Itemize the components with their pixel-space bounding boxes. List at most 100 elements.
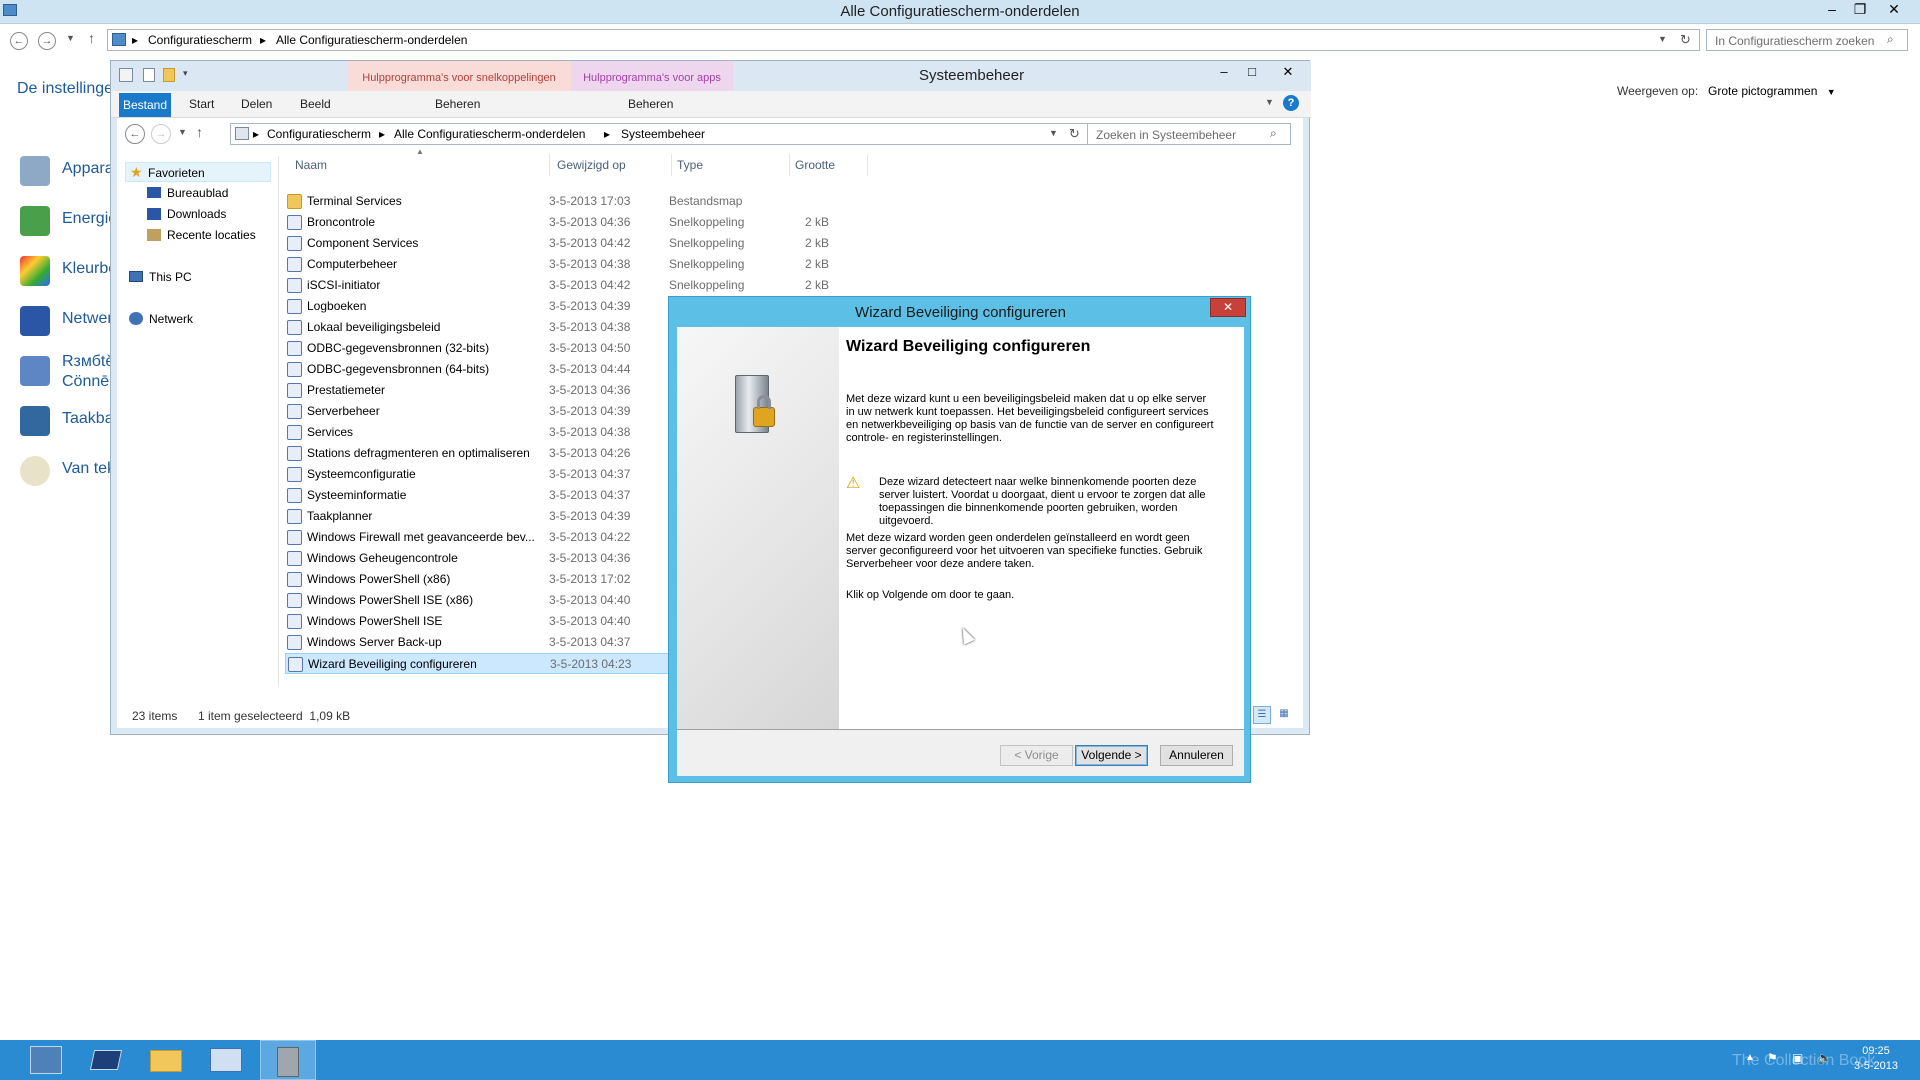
main-window-title: Alle Configuratiescherm-onderdelen — [840, 3, 1080, 20]
customize-icon[interactable]: ▾ — [183, 68, 188, 79]
new-file-icon[interactable] — [143, 68, 155, 82]
tab-view[interactable]: Beeld — [300, 97, 331, 111]
file-size: 2 kB — [804, 236, 829, 250]
nav-item-this-pc[interactable]: This PC — [125, 267, 271, 287]
properties-icon[interactable] — [119, 68, 133, 82]
taskbar-admin-tools[interactable] — [260, 1040, 316, 1080]
restore-button[interactable]: ❐ — [1846, 0, 1874, 20]
large-icons-view-button[interactable]: ▦ — [1275, 706, 1293, 724]
clock[interactable]: 09:25 3-5-2013 — [1842, 1044, 1910, 1074]
padlock-shackle-icon — [757, 395, 771, 409]
powershell-icon — [89, 1050, 123, 1070]
tab-manage-app[interactable]: Beheren — [628, 97, 673, 111]
breadcrumb-separator-icon: ▸ — [132, 33, 139, 47]
explorer-search-input[interactable]: Zoeken in Systeembeheer ⌕ — [1087, 123, 1291, 145]
column-header-size[interactable]: Grootte — [795, 158, 835, 172]
minimize-button[interactable]: – — [1818, 0, 1846, 20]
cp-item-network[interactable]: Netwer — [62, 310, 113, 328]
cp-item-speech[interactable]: Van tek — [62, 460, 115, 478]
file-date: 3-5-2013 17:02 — [549, 572, 631, 586]
explorer-forward-button[interactable]: → — [151, 124, 171, 144]
file-name: Windows Geheugencontrole — [307, 551, 458, 565]
main-search-input[interactable]: In Configuratiescherm zoeken ⌕ — [1706, 29, 1908, 51]
column-header-date[interactable]: Gewijzigd op — [557, 158, 626, 172]
forward-button[interactable]: → — [38, 32, 56, 50]
close-button[interactable]: ✕ — [1880, 0, 1908, 20]
nav-item-network[interactable]: Netwerk — [125, 309, 271, 329]
tab-home[interactable]: Start — [189, 97, 214, 111]
cp-item-taskbar[interactable]: Taakba — [62, 410, 114, 428]
dialog-close-button[interactable]: ✕ — [1210, 298, 1246, 317]
file-row[interactable]: Component Services 3-5-2013 04:42 Snelkopp… — [285, 233, 829, 254]
view-by-dropdown[interactable]: Grote pictogrammen ▼ — [1708, 84, 1836, 98]
cancel-button[interactable]: Annuleren — [1160, 745, 1233, 766]
shortcut-icon — [287, 614, 302, 629]
explorer-close-button[interactable]: ✕ — [1269, 63, 1307, 81]
file-row[interactable]: Computerbeheer 3-5-2013 04:38 Snelkoppelin… — [285, 254, 829, 275]
star-icon: ★ — [130, 164, 143, 180]
nav-item-favorites[interactable]: ★ Favorieten — [125, 162, 271, 182]
flag-icon[interactable]: ⚑ — [1767, 1051, 1778, 1065]
refresh-icon[interactable]: ↻ — [1680, 32, 1691, 48]
explorer-back-button[interactable]: ← — [125, 124, 145, 144]
volume-icon[interactable]: 🔈 — [1817, 1051, 1832, 1065]
tab-manage-shortcut[interactable]: Beheren — [435, 97, 480, 111]
taskbar-file-explorer[interactable] — [138, 1040, 194, 1080]
explorer-up-button[interactable]: ↑ — [196, 124, 203, 140]
up-button[interactable]: ↑ — [88, 30, 95, 46]
details-view-button[interactable]: ☰ — [1253, 706, 1271, 724]
breadcrumb-all-items[interactable]: Alle Configuratiescherm-onderdelen — [276, 33, 467, 47]
file-row[interactable]: Broncontrole 3-5-2013 04:36 Snelkoppeling 2… — [285, 212, 829, 233]
nav-item-downloads[interactable]: Downloads — [145, 204, 271, 224]
tab-file[interactable]: Bestand — [119, 93, 171, 117]
chevron-down-icon[interactable]: ▼ — [1049, 128, 1058, 138]
computer-icon — [129, 271, 143, 282]
new-folder-icon[interactable] — [163, 68, 175, 82]
nav-item-recent[interactable]: Recente locaties — [145, 225, 271, 245]
cp-item-color[interactable]: Kleurbe — [62, 260, 117, 278]
file-row[interactable]: iSCSI-initiator 3-5-2013 04:42 Snelkoppeli… — [285, 275, 829, 296]
file-date: 3-5-2013 04:50 — [549, 341, 631, 355]
taskbar-powershell[interactable] — [78, 1040, 134, 1080]
column-header-type[interactable]: Type — [677, 158, 703, 172]
breadcrumb-separator-icon: ▸ — [604, 127, 611, 141]
quick-access-toolbar[interactable]: ▾ — [119, 68, 199, 84]
shortcut-icon — [287, 278, 302, 293]
explorer-maximize-button[interactable]: □ — [1239, 63, 1265, 81]
cp-item-power[interactable]: Energie — [62, 210, 117, 228]
ribbon-expand-icon[interactable]: ▼ — [1265, 97, 1274, 107]
explorer-breadcrumb-control-panel[interactable]: Configuratiescherm — [267, 127, 371, 141]
network-tray-icon[interactable]: ▣ — [1792, 1051, 1803, 1065]
main-address-bar[interactable]: ▸ Configuratiescherm ▸ Alle Configuratie… — [107, 29, 1700, 51]
clock-time: 09:25 — [1862, 1045, 1890, 1057]
taskbar-server-manager[interactable] — [18, 1040, 74, 1080]
shortcut-icon — [287, 530, 302, 545]
explorer-breadcrumb-admin-tools[interactable]: Systeembeheer — [621, 127, 705, 141]
explorer-minimize-button[interactable]: – — [1211, 63, 1237, 81]
explorer-breadcrumb-all-items[interactable]: Alle Configuratiescherm-onderdelen — [394, 127, 585, 141]
file-name: ODBC-gegevensbronnen (64-bits) — [307, 362, 490, 376]
cp-item-remote[interactable]: Rзмбtě Cönnē — [62, 352, 114, 392]
refresh-icon[interactable]: ↻ — [1069, 126, 1080, 142]
explorer-history-icon[interactable]: ▼ — [178, 127, 187, 137]
help-icon[interactable]: ? — [1283, 95, 1299, 111]
explorer-address-bar[interactable]: ▸ Configuratiescherm ▸ Alle Configuratie… — [230, 123, 1090, 145]
taskbar-control-panel[interactable] — [198, 1040, 254, 1080]
breadcrumb-control-panel[interactable]: Configuratiescherm — [148, 33, 252, 47]
column-divider — [867, 154, 868, 176]
history-dropdown-icon[interactable]: ▼ — [66, 33, 75, 43]
back-button[interactable]: ← — [10, 32, 28, 50]
sort-up-icon: ▲ — [416, 147, 424, 156]
cp-item-devices[interactable]: Appara — [62, 160, 114, 178]
wizard-dialog[interactable]: Wizard Beveiliging configureren ✕ Wizard… — [668, 296, 1251, 783]
main-title-bar[interactable]: Alle Configuratiescherm-onderdelen – ❐ ✕ — [0, 0, 1920, 24]
nav-item-desktop[interactable]: Bureaublad — [145, 183, 271, 203]
tab-share[interactable]: Delen — [241, 97, 272, 111]
file-row[interactable]: Terminal Services 3-5-2013 17:03 Bestandsm… — [285, 191, 795, 212]
chevron-down-icon[interactable]: ▼ — [1658, 34, 1667, 44]
back-button-wizard[interactable]: < Vorige — [1000, 745, 1073, 766]
file-type: Snelkoppeling — [669, 257, 745, 271]
column-header-name[interactable]: Naam — [295, 158, 553, 172]
next-button[interactable]: Volgende > — [1075, 745, 1148, 766]
show-hidden-icons-icon[interactable]: ▲ — [1745, 1052, 1755, 1063]
